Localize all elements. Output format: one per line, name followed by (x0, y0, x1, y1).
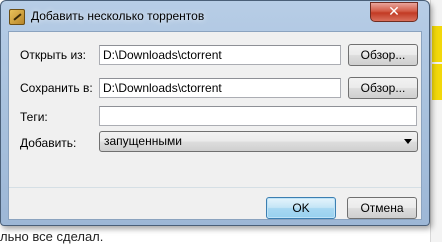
open-from-label: Открыть из: (20, 48, 86, 62)
open-from-browse-button[interactable]: Обзор... (348, 44, 418, 66)
title-bar[interactable]: Добавить несколько торрентов (1, 1, 429, 31)
tags-field[interactable] (99, 106, 417, 126)
add-label: Добавить: (20, 136, 77, 150)
close-button[interactable]: ✕ (370, 2, 418, 22)
close-icon: ✕ (388, 3, 400, 19)
cancel-button[interactable]: Отмена (347, 197, 417, 219)
save-to-field[interactable]: D:\Downloads\ctorrent (99, 78, 341, 98)
save-to-browse-button[interactable]: Обзор... (348, 77, 418, 99)
add-torrents-dialog: Добавить несколько торрентов ✕ Открыть и… (0, 0, 430, 226)
torrent-app-icon (9, 9, 25, 25)
window-title: Добавить несколько торрентов (31, 9, 205, 23)
ok-button[interactable]: OK (266, 197, 336, 219)
add-mode-select[interactable]: запущенными (99, 131, 418, 152)
tags-label: Теги: (20, 110, 48, 124)
save-to-label: Сохранить в: (20, 81, 93, 95)
chevron-down-icon (404, 139, 412, 144)
background-right-edge (430, 0, 442, 242)
background-yellow-block (432, 64, 442, 100)
dialog-body: Открыть из: D:\Downloads\ctorrent Обзор.… (8, 31, 422, 220)
add-mode-value: запущенными (104, 134, 182, 148)
background-yellow-block (432, 26, 442, 62)
open-from-field[interactable]: D:\Downloads\ctorrent (99, 45, 341, 65)
separator (9, 187, 421, 188)
